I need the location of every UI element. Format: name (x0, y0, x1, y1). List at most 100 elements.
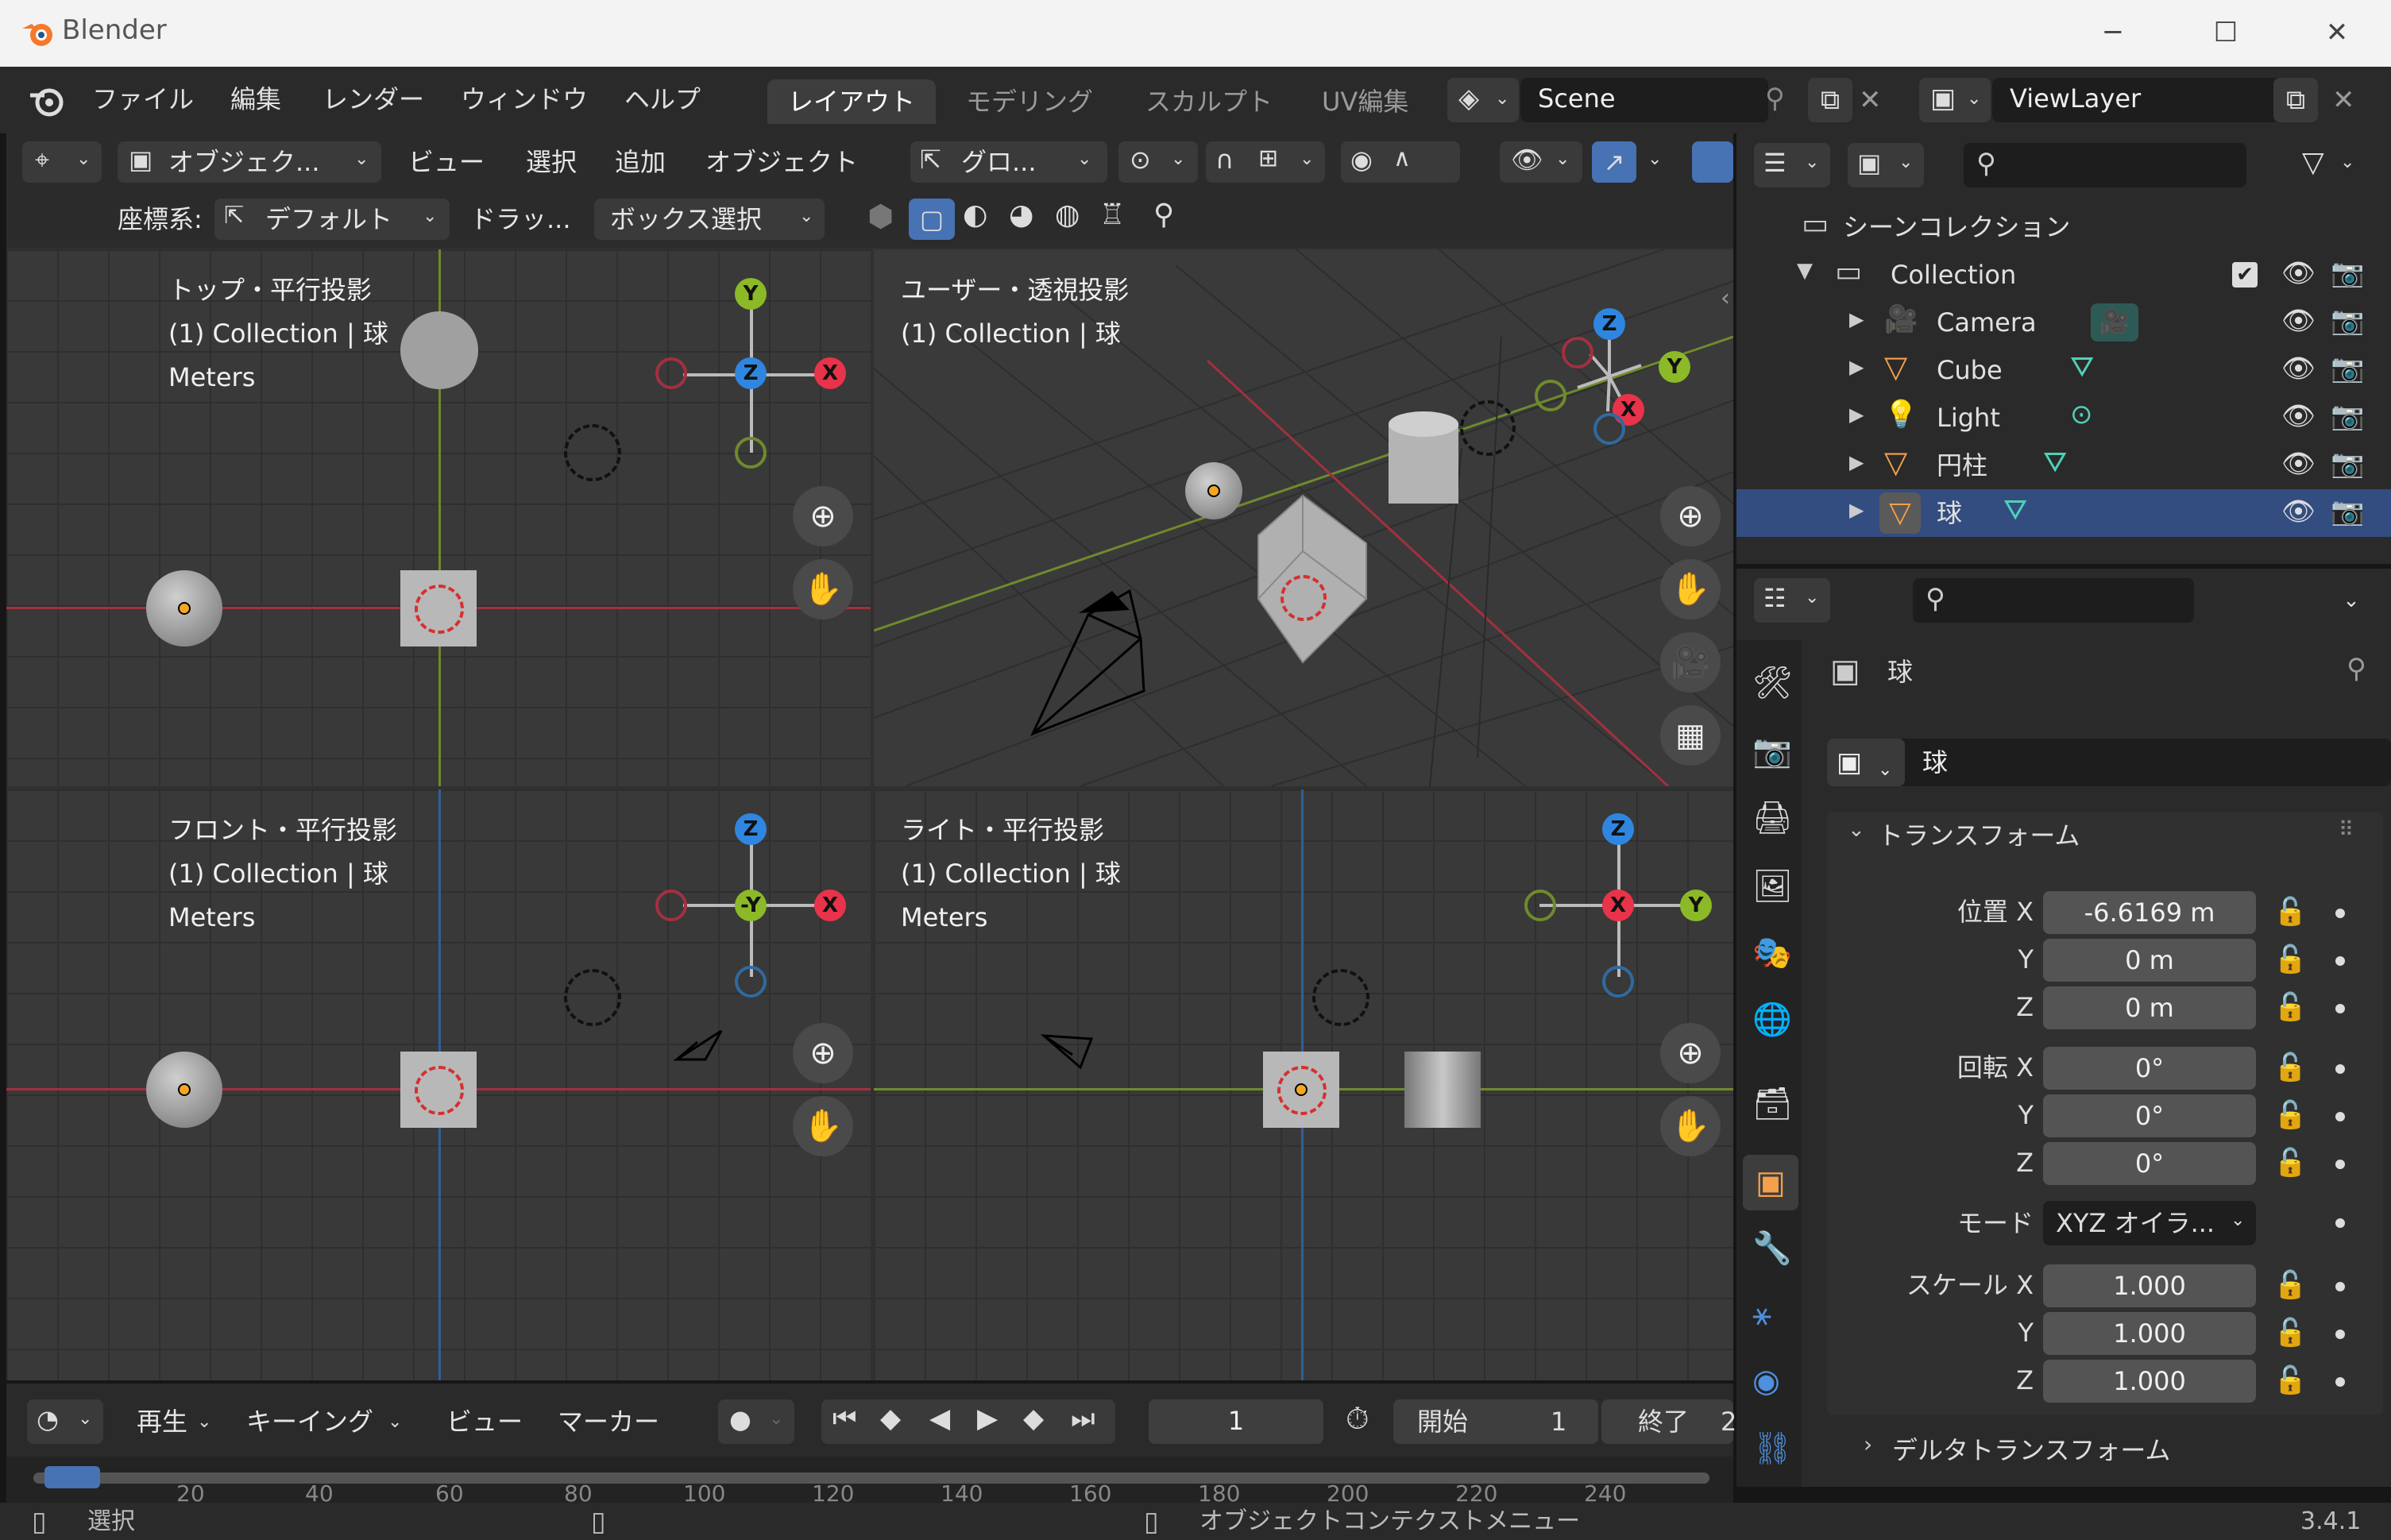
marker-menu[interactable]: マーカー (547, 1401, 670, 1442)
light-object[interactable] (400, 311, 478, 389)
collapse-down-icon[interactable]: ⌄ (1848, 818, 1865, 842)
gizmo-neg-x-axis[interactable] (1562, 337, 1593, 369)
gizmo-neg-z-axis[interactable] (735, 966, 767, 998)
cylinder-object[interactable] (1404, 1052, 1481, 1128)
menu-edit[interactable]: 編集 (218, 79, 294, 119)
scene-name-field[interactable]: Scene (1520, 78, 1768, 122)
transform-orientation-dropdown[interactable]: ⇱ グロ... ⌄ (910, 141, 1107, 183)
pan-button[interactable]: ✋ (1660, 1096, 1721, 1156)
outliner-search-input[interactable]: ⚲ (1964, 143, 2246, 187)
viewport-right[interactable]: ライト・平行投影 (1) Collection | 球 Meters Z Y X… (874, 789, 1733, 1380)
snap-button[interactable]: ∩ ⊞ ⌄ (1206, 141, 1325, 183)
gizmo-z-axis[interactable]: Z (1593, 308, 1625, 340)
scale-y-field[interactable]: 1.000 (2043, 1312, 2256, 1355)
proportional-editing-button[interactable]: ◉ ∧ (1341, 141, 1460, 183)
visibility-button[interactable]: 👁 ⌄ (1500, 141, 1582, 183)
delta-transform-section[interactable]: › デルタトランスフォーム (1827, 1426, 2383, 1474)
checkbox-icon[interactable]: ✔ (2232, 262, 2258, 288)
expand-right-icon[interactable]: ▶ (1849, 308, 1864, 330)
scene-selector-button[interactable]: ◈ ⌄ (1447, 78, 1519, 122)
pin-icon[interactable]: ⚲ (1765, 83, 1785, 114)
gizmo-neg-x-axis[interactable] (655, 357, 687, 389)
keyframe-dot[interactable] (2335, 909, 2345, 918)
output-tab-icon[interactable]: 🖨 (1752, 799, 1793, 836)
overlay-toggle-button[interactable] (1692, 141, 1733, 183)
wireframe-shading-button[interactable]: ▢ (909, 199, 955, 240)
outliner-row-collection[interactable]: ▼ ▭ Collection ✔ 👁 📷 (1736, 251, 2391, 299)
lock-icon[interactable]: 🔓 (2273, 991, 2307, 1023)
zoom-button[interactable]: ⊕ (1660, 1023, 1721, 1083)
close-button[interactable]: ✕ (2313, 14, 2361, 51)
zoom-button[interactable]: ⊕ (793, 486, 853, 546)
new-view-layer-button[interactable]: ⧉ (2273, 78, 2318, 122)
object-tab-icon[interactable]: ▣ (1743, 1155, 1798, 1210)
outliner-row-light[interactable]: ▶ 💡 Light ⊙ 👁 📷 (1736, 394, 2391, 442)
gizmo-neg-z-axis[interactable] (1593, 413, 1625, 445)
lock-icon[interactable]: 🔓 (2273, 1269, 2307, 1301)
tool-tab-icon[interactable]: 🛠 (1752, 664, 1793, 701)
gizmo-y-axis[interactable]: Y (1680, 890, 1712, 921)
object-datablock-button[interactable]: ▣ ⌄ (1827, 739, 1905, 786)
outliner-row-cylinder[interactable]: ▶ ▽ 円柱 ⛛ 👁 📷 (1736, 442, 2391, 489)
display-mode-button[interactable]: ▣ ⌄ (1848, 143, 1924, 187)
rotation-x-field[interactable]: 0° (2043, 1047, 2256, 1090)
next-keyframe-icon[interactable]: ◆ (1023, 1403, 1044, 1434)
menu-view[interactable]: ビュー (397, 141, 496, 183)
pan-button[interactable]: ✋ (793, 1096, 853, 1156)
mesh-data-icon[interactable]: ⛛ (2043, 446, 2067, 480)
lock-icon[interactable]: 🔓 (2273, 1317, 2307, 1349)
delete-view-layer-button[interactable]: ✕ (2332, 78, 2372, 122)
timeline-ruler[interactable]: 20 40 60 80 100 120 140 160 180 200 220 … (6, 1457, 1733, 1507)
eye-icon[interactable]: 👁 (2281, 400, 2316, 432)
lock-icon[interactable]: 🔓 (2273, 1147, 2307, 1179)
camera-object[interactable] (674, 1028, 729, 1063)
tab-sculpt[interactable]: スカルプト (1125, 79, 1293, 124)
constraints-tab-icon[interactable]: ⛓ (1752, 1430, 1793, 1467)
menu-select[interactable]: 選択 (515, 141, 588, 183)
camera-render-icon[interactable]: 📷 (2331, 257, 2364, 289)
keyframe-dot[interactable] (2335, 1218, 2345, 1228)
pin-icon[interactable]: ⚲ (2347, 653, 2366, 685)
outliner-row-camera[interactable]: ▶ 🎥 Camera 🎥 👁 📷 (1736, 299, 2391, 346)
select-mode-dropdown[interactable]: ボックス選択 ⌄ (594, 199, 825, 240)
drag-handle-icon[interactable]: ⠿ (2339, 818, 2354, 842)
eye-icon[interactable]: 👁 (2281, 353, 2316, 384)
expand-right-icon[interactable]: ▶ (1849, 356, 1864, 378)
camera-render-icon[interactable]: 📷 (2331, 305, 2364, 337)
view-layer-name-field[interactable]: ViewLayer (1992, 78, 2289, 122)
delete-scene-button[interactable]: ✕ (1859, 78, 1899, 122)
blender-menu-icon[interactable] (27, 81, 67, 121)
sphere-object[interactable] (1185, 462, 1242, 519)
gizmo-x-axis[interactable]: X (814, 357, 846, 389)
properties-editor-type-button[interactable]: ☷ ⌄ (1754, 578, 1830, 623)
light-data-icon[interactable]: ⊙ (2070, 399, 2093, 430)
keyframe-dot[interactable] (2335, 1377, 2345, 1387)
menu-window[interactable]: ウィンドウ (448, 79, 601, 119)
render-tab-icon[interactable]: 📷 (1752, 732, 1792, 770)
gizmo-toggle-button[interactable]: ↗ (1592, 141, 1636, 183)
camera-render-icon[interactable]: 📷 (2331, 400, 2364, 432)
viewport-user-perspective[interactable]: ユーザー・透視投影 (1) Collection | 球 Z Y X ⊕ ✋ 🎥… (874, 249, 1733, 786)
keyframe-dot[interactable] (2335, 1004, 2345, 1013)
keyframe-dot[interactable] (2335, 956, 2345, 966)
gizmo-neg-y-axis[interactable] (735, 437, 767, 469)
mesh-data-icon[interactable]: ⛛ (2003, 494, 2027, 527)
drag-dropdown[interactable]: ドラッ... (459, 199, 582, 240)
start-frame-field[interactable]: 開始 1 (1393, 1399, 1598, 1444)
location-z-field[interactable]: 0 m (2043, 986, 2256, 1029)
menu-file[interactable]: ファイル (79, 79, 207, 119)
new-scene-button[interactable]: ⧉ (1808, 78, 1852, 122)
search-icon[interactable]: ⚲ (1153, 199, 1174, 231)
location-x-field[interactable]: -6.6169 m (2043, 891, 2256, 934)
scene-tab-icon[interactable]: 🎭 (1752, 934, 1792, 971)
gizmo-neg-y-axis[interactable] (1524, 890, 1556, 921)
auto-keying-button[interactable]: ● ⌄ (718, 1399, 794, 1444)
camera-render-icon[interactable]: 📷 (2331, 496, 2364, 527)
stopwatch-icon[interactable]: ⏱ (1346, 1401, 1369, 1437)
gizmo-z-axis[interactable]: Z (1602, 813, 1634, 845)
mode-dropdown[interactable]: ▣ オブジェク... ⌄ (118, 141, 381, 183)
xray-icon[interactable]: ♖ (1099, 199, 1125, 231)
eye-icon[interactable]: 👁 (2281, 496, 2316, 527)
tab-uv-edit[interactable]: UV編集 (1301, 79, 1429, 124)
play-reverse-icon[interactable]: ◀ (929, 1403, 950, 1434)
